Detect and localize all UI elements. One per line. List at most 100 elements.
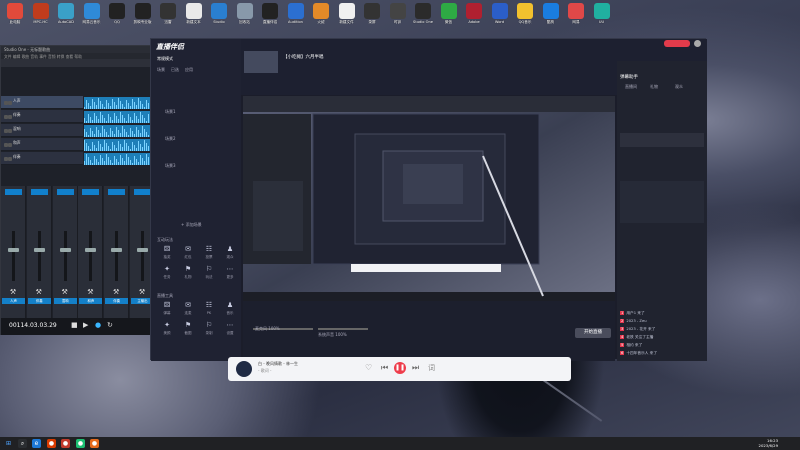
scene-tab[interactable]: 场景 xyxy=(157,67,165,73)
wrench-icon[interactable]: ⚒ xyxy=(86,288,94,296)
pause-icon[interactable]: ❚❚ xyxy=(394,362,406,374)
chat-message[interactable]: 4 老铁 关注了主播 xyxy=(620,335,653,340)
mixer-channel[interactable]: ⚒ 混响 xyxy=(52,186,78,318)
chat-message[interactable]: 2 2023 - Zeu xyxy=(620,319,647,323)
tool-button[interactable]: ♟ 音乐 xyxy=(222,301,238,319)
scene-item[interactable]: 场景1 xyxy=(165,109,176,115)
fader-knob[interactable] xyxy=(137,248,148,252)
tool-button[interactable]: ✦ 任务 xyxy=(159,265,175,283)
audio-clip[interactable] xyxy=(84,139,156,151)
app-icon[interactable]: ● xyxy=(47,439,56,448)
desktop-icon[interactable]: AutoCAD xyxy=(54,3,78,35)
live-title[interactable]: 【小吃摊】六月半唱 xyxy=(283,54,324,60)
desktop-icon[interactable]: 此电脑 xyxy=(3,3,27,35)
desktop-icon[interactable]: Studio xyxy=(207,3,231,35)
scene-mode-label[interactable]: 常规模式 xyxy=(157,56,173,62)
cover-thumbnail[interactable] xyxy=(244,51,278,73)
desktop-icon[interactable]: QQ xyxy=(105,3,129,35)
audio-clip[interactable] xyxy=(84,125,156,137)
transport-loop-icon[interactable]: ↻ xyxy=(107,321,113,329)
studio-one-window[interactable]: Studio One - 无标题歌曲 文件 编辑 歌曲 音轨 事件 音频 转换 … xyxy=(0,45,156,335)
tool-button[interactable]: ♟ 观众 xyxy=(222,245,238,263)
desktop-icon[interactable]: MPC-HC xyxy=(29,3,53,35)
tool-button[interactable]: ⚐ 玩法 xyxy=(201,265,217,283)
desktop-icon[interactable]: 录屏 xyxy=(360,3,384,35)
audio-clip[interactable] xyxy=(84,111,156,123)
scene-tab[interactable]: 应用 xyxy=(185,67,193,73)
fader-knob[interactable] xyxy=(59,248,71,252)
transport-stop-icon[interactable]: ■ xyxy=(71,321,78,329)
desktop-icon[interactable]: 网易 xyxy=(564,3,588,35)
audio-clip[interactable] xyxy=(84,97,156,109)
app-icon[interactable]: ● xyxy=(61,439,70,448)
pan-control[interactable] xyxy=(56,189,74,195)
danmu-tab[interactable]: 直播间 xyxy=(625,84,637,90)
scene-item[interactable]: 场景3 xyxy=(165,163,176,169)
fader-knob[interactable] xyxy=(85,248,97,252)
track-header[interactable]: 伴奏 xyxy=(1,110,83,123)
add-scene-button[interactable]: + 添加场景 xyxy=(181,222,202,228)
pan-control[interactable] xyxy=(108,189,126,195)
mixer-channel[interactable]: ⚒ 伴奏 xyxy=(26,186,52,318)
scene-tab[interactable]: 已选 xyxy=(171,67,179,73)
lyric-icon[interactable]: 词 xyxy=(428,363,435,373)
fader-knob[interactable] xyxy=(111,248,123,252)
music-player[interactable]: 白 - 晚风情歌 - 林一生 - 歌词 - ♡ ⏮ ❚❚ ⏭ 词 xyxy=(228,357,571,381)
pan-control[interactable] xyxy=(134,189,151,195)
tool-button[interactable]: ✉ 红包 xyxy=(180,245,196,263)
track-header[interactable]: 人声 xyxy=(1,96,83,109)
track-header[interactable]: 混响 xyxy=(1,124,83,137)
desktop-icon[interactable]: 酷狗 xyxy=(539,3,563,35)
tool-button[interactable]: ☷ PK xyxy=(201,301,217,319)
wrench-icon[interactable]: ⚒ xyxy=(9,288,17,296)
desktop-icon[interactable]: 网易云音乐 xyxy=(80,3,104,35)
pan-control[interactable] xyxy=(30,189,48,195)
desktop-icon[interactable]: 回收站 xyxy=(233,3,257,35)
desktop-icon[interactable]: UU xyxy=(590,3,614,35)
tool-button[interactable]: ⚄ 抽奖 xyxy=(159,245,175,263)
live-preview[interactable] xyxy=(243,96,615,301)
audio-clip[interactable] xyxy=(84,153,156,165)
wrench-icon[interactable]: ⚒ xyxy=(61,288,69,296)
solo-button[interactable] xyxy=(8,143,12,147)
app-icon[interactable]: ● xyxy=(76,439,85,448)
heart-icon[interactable]: ♡ xyxy=(365,363,372,372)
desktop-icon[interactable]: 微信 xyxy=(437,3,461,35)
chat-message[interactable]: 5 相约 来了 xyxy=(620,343,642,348)
tool-button[interactable]: ⋯ 设置 xyxy=(222,321,238,339)
mixer-channel[interactable]: ⚒ 人声 xyxy=(1,186,26,318)
desktop-icon[interactable]: Audition xyxy=(284,3,308,35)
danmu-tab[interactable]: 观众 xyxy=(675,84,683,90)
desktop-icon[interactable]: 直播伴侣 xyxy=(258,3,282,35)
transport-play-icon[interactable]: ▶ xyxy=(83,321,88,329)
solo-button[interactable] xyxy=(8,115,12,119)
clock[interactable]: 16:23 2023/6/29 xyxy=(759,438,778,448)
album-art[interactable] xyxy=(236,361,252,377)
desktop-icon[interactable]: 新建文件 xyxy=(335,3,359,35)
danmu-tab[interactable]: 礼物 xyxy=(650,84,658,90)
desktop-icon[interactable]: Adobe xyxy=(462,3,486,35)
pan-control[interactable] xyxy=(82,189,100,195)
wrench-icon[interactable]: ⚒ xyxy=(138,288,146,296)
solo-button[interactable] xyxy=(8,157,12,161)
tool-button[interactable]: ⚄ 弹幕 xyxy=(159,301,175,319)
chat-message[interactable]: 1 用户1 来了 xyxy=(620,311,645,316)
fader-knob[interactable] xyxy=(8,248,19,252)
solo-button[interactable] xyxy=(8,129,12,133)
tool-button[interactable]: ✦ 美颜 xyxy=(159,321,175,339)
solo-button[interactable] xyxy=(8,101,12,105)
desktop-icon[interactable]: 新建文本 xyxy=(182,3,206,35)
chat-message[interactable]: 3 2023 - 花开 来了 xyxy=(620,327,655,332)
windows-start-icon[interactable]: ⊞ xyxy=(4,439,13,448)
desktop-icon[interactable]: 剪映专业版 xyxy=(131,3,155,35)
tool-button[interactable]: ✉ 连麦 xyxy=(180,301,196,319)
search-icon[interactable]: ⌕ xyxy=(18,439,27,448)
start-live-button[interactable]: 开始直播 xyxy=(575,328,611,338)
tool-button[interactable]: ⋯ 更多 xyxy=(222,265,238,283)
prev-icon[interactable]: ⏮ xyxy=(381,363,388,373)
pan-control[interactable] xyxy=(5,189,22,195)
tool-button[interactable]: ⚐ 录制 xyxy=(201,321,217,339)
next-icon[interactable]: ⏭ xyxy=(412,363,419,373)
system-volume-slider[interactable] xyxy=(318,328,368,330)
track-header[interactable]: 伴奏 xyxy=(1,152,83,165)
